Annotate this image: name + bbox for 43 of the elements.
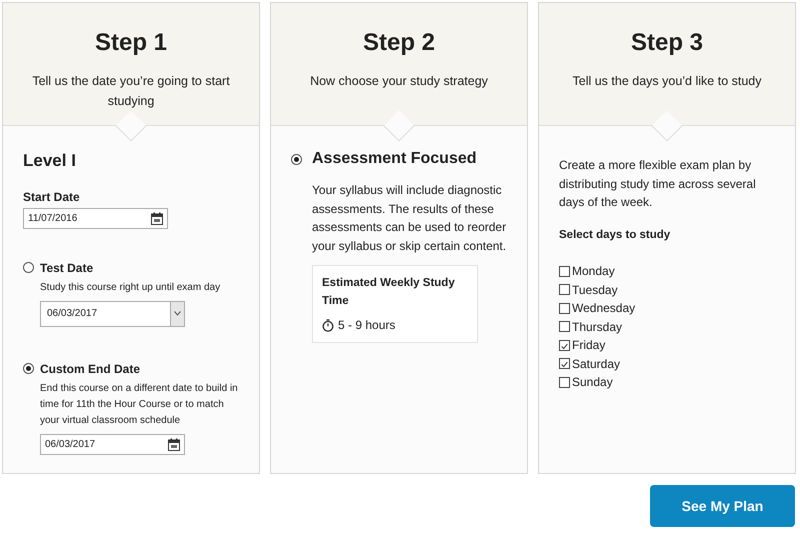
step-title: Step 2 (362, 28, 436, 58)
step-instructions: Create a more flexible exam plan by distributing study time across several days of the week. (559, 157, 757, 211)
day-label[interactable]: Thursday (572, 318, 622, 336)
date-field[interactable]: 06/03/2017 (40, 434, 185, 454)
step-description: Tell us the date you’re going to start studying (31, 73, 231, 110)
day-label[interactable]: Monday (572, 262, 615, 280)
caret-icon[interactable] (170, 302, 184, 326)
days-label: Select days to study (559, 228, 672, 242)
checkbox[interactable] (559, 358, 570, 369)
date-field[interactable]: 11/07/2016 (23, 208, 168, 228)
day-label[interactable]: Friday (572, 336, 606, 354)
radio-button[interactable] (23, 363, 34, 374)
checkbox[interactable] (559, 266, 570, 276)
day-label[interactable]: Saturday (572, 354, 620, 372)
option-hint: Study this course right up until exam day (40, 280, 222, 294)
strategy-label[interactable]: Assessment Focused (312, 147, 477, 171)
radio-button[interactable] (291, 154, 302, 164)
option-label[interactable]: Custom End Date (40, 360, 140, 378)
step-description: Now choose your study strategy (309, 73, 489, 90)
step-title: Step 3 (630, 28, 704, 58)
day-label[interactable]: Sunday (572, 373, 613, 391)
checkbox[interactable] (559, 284, 570, 295)
checkbox[interactable] (559, 376, 570, 388)
checkbox[interactable] (559, 302, 570, 314)
step-description: Tell us the days you’d like to study (572, 73, 762, 90)
estimate-value: 5 - 9 hours (338, 317, 396, 334)
radio-button[interactable] (23, 262, 34, 273)
stopwatch-icon (322, 318, 334, 332)
level-heading: Level I (23, 150, 77, 172)
option-label[interactable]: Test Date (40, 258, 94, 276)
calendar-icon[interactable] (168, 438, 180, 450)
option-hint: End this course on a different date to build in time for 11th the Hour Course or to match your virtual classroom schedule (40, 382, 239, 428)
date-dropdown[interactable]: 06/03/2017 (40, 300, 185, 326)
calendar-icon[interactable] (151, 212, 163, 224)
field-label: Start Date (23, 188, 81, 206)
checkbox[interactable] (559, 321, 570, 332)
strategy-description: Your syllabus will include diagnostic assessments. The results of these assessments can be used to reorder your syllabus or skip certain content. (311, 182, 507, 254)
day-label[interactable]: Tuesday (572, 280, 618, 298)
see-my-plan-button[interactable]: See My Plan (650, 485, 795, 527)
estimate-title: Estimated Weekly Study Time (322, 276, 456, 309)
day-label[interactable]: Wednesday (572, 299, 636, 317)
checkbox[interactable] (559, 340, 570, 350)
step-title: Step 1 (94, 28, 168, 58)
